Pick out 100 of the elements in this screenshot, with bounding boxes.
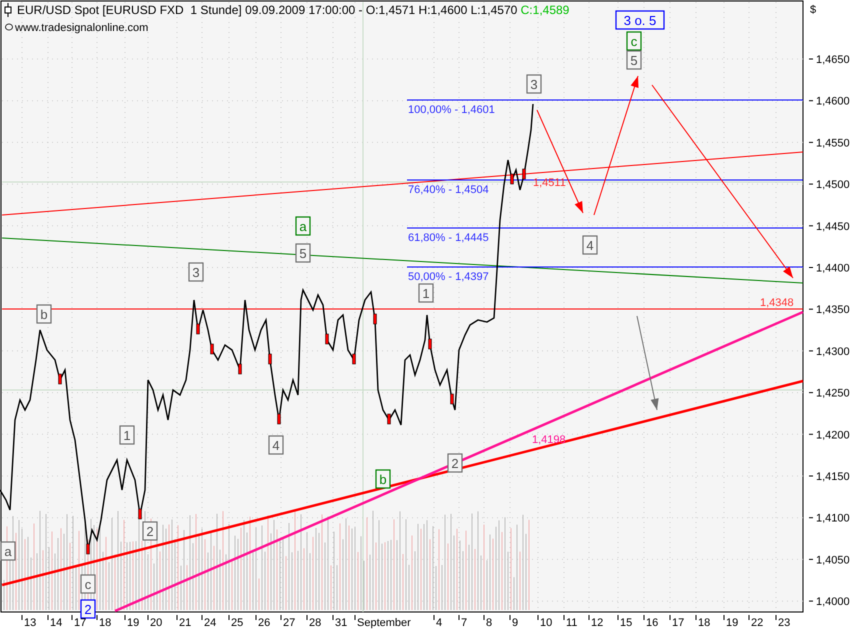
wave-label: 2 (80, 599, 96, 619)
wave-label: c (80, 574, 96, 594)
axis-tick (96, 614, 98, 620)
wave-label: a (295, 216, 311, 236)
x-axis-label: 11 (566, 617, 578, 629)
candle (522, 168, 526, 180)
price-tag: 1,4198 (532, 434, 566, 446)
axis-tick (354, 614, 356, 620)
price-tag: 1,4348 (760, 297, 794, 309)
candle (210, 344, 214, 354)
y-axis-label: 1,4650 (816, 54, 850, 66)
y-axis-label: 1,4250 (816, 388, 850, 400)
x-axis-label: 20 (150, 617, 162, 629)
y-axis-label: 1,4050 (816, 554, 850, 566)
axis-tick (748, 614, 750, 620)
axis-tick (808, 392, 814, 394)
candle (325, 334, 329, 344)
axis-tick (332, 614, 334, 620)
axis-tick (124, 614, 126, 620)
axis-tick (306, 614, 308, 620)
chart-title: EUR/USD Spot [EURUSD FXD 1 Stunde] 09.09.2009 17:00:00 - O:1,4571 H:1,4600 L:1,4570 C:1,4589 (17, 3, 570, 17)
axis-tick (808, 350, 814, 352)
wave-label: 5 (626, 50, 642, 70)
candle (138, 508, 142, 520)
candle (450, 394, 454, 404)
x-axis-label: 14 (50, 617, 62, 629)
candle (428, 338, 432, 350)
x-axis-label: 23 (778, 617, 790, 629)
axis-tick (808, 308, 814, 310)
y-axis-label: 1,4550 (816, 137, 850, 150)
currency-label: $ (810, 4, 816, 16)
wave-label: 3 (526, 74, 542, 94)
x-axis-label: 9 (512, 617, 518, 629)
candle (277, 414, 281, 424)
wave-label: c (626, 31, 642, 51)
x-axis-label: 25 (231, 617, 244, 629)
fibonacci-label: 100,00% - 1,4601 (408, 104, 495, 116)
arrow-icon (594, 76, 639, 216)
axis-tick (808, 58, 814, 60)
axis-tick (808, 142, 814, 143)
y-axis-label: 1,4500 (816, 179, 850, 192)
wave-label: b (375, 469, 391, 489)
wave-label: a (0, 541, 16, 561)
axis-tick (808, 600, 814, 602)
y-axis-label: 1,4150 (816, 471, 850, 483)
candle (352, 354, 356, 364)
x-axis-label: 17 (74, 617, 86, 629)
axis-tick (808, 225, 814, 226)
axis-tick (588, 614, 590, 620)
x-axis-label: 19 (127, 617, 140, 629)
axis-tick (280, 614, 282, 620)
x-axis-label: 26 (258, 617, 270, 629)
axis-tick (808, 184, 814, 185)
x-axis-label: 12 (591, 617, 604, 629)
axis-tick (808, 100, 814, 102)
y-axis-label: 1,4600 (816, 96, 850, 108)
x-axis-label: 17 (672, 617, 684, 629)
x-axis-label: September (357, 617, 411, 629)
source-url: www.tradesignalonline.com (15, 22, 148, 34)
arrow-icon (652, 84, 794, 278)
candle (373, 314, 377, 324)
x-axis-label: 21 (179, 617, 192, 629)
candle (238, 364, 242, 374)
x-axis-label: 27 (283, 617, 296, 629)
y-axis-label: 1,4000 (816, 596, 850, 608)
axis-tick (458, 614, 460, 620)
wave-label: 5 (295, 243, 311, 263)
fibonacci-label: 50,00% - 1,4397 (408, 271, 489, 283)
fibonacci-label: 61,80% - 1,4445 (408, 232, 489, 244)
axis-tick (808, 517, 814, 518)
x-axis-label: 13 (24, 617, 36, 629)
x-axis-label: 19 (726, 617, 738, 629)
price-tag: 1,4511 (533, 177, 566, 189)
y-axis-label: 1,4200 (816, 429, 850, 442)
y-axis-label: 1,4300 (816, 346, 850, 358)
wave-label: 2 (142, 521, 158, 541)
x-axis-label: 22 (751, 617, 764, 629)
candle (58, 374, 62, 384)
candle (268, 354, 272, 364)
wave-label: 1 (119, 425, 135, 445)
x-axis-label: 16 (646, 617, 658, 629)
y-axis-label: 1,4450 (816, 220, 850, 233)
candle (196, 324, 200, 334)
candle (387, 414, 391, 424)
axis-tick (808, 558, 814, 560)
fibonacci-label: 76,40% - 1,4504 (408, 184, 489, 196)
axis-tick (176, 614, 178, 620)
y-axis-label: 1,4400 (816, 262, 850, 274)
wave-label: 3 (188, 262, 204, 282)
wave-label: 2 (447, 453, 463, 473)
wave-label: 3 o. 5 (615, 10, 665, 30)
axis-tick (808, 267, 814, 268)
arrow-icon (636, 316, 659, 410)
axis-tick (228, 614, 230, 620)
wave-label: b (36, 304, 52, 324)
candle (86, 544, 90, 554)
y-axis-label: 1,4100 (816, 512, 850, 525)
axis-tick (808, 434, 814, 435)
wave-label: 4 (268, 435, 284, 455)
x-axis-label: 18 (99, 617, 112, 629)
